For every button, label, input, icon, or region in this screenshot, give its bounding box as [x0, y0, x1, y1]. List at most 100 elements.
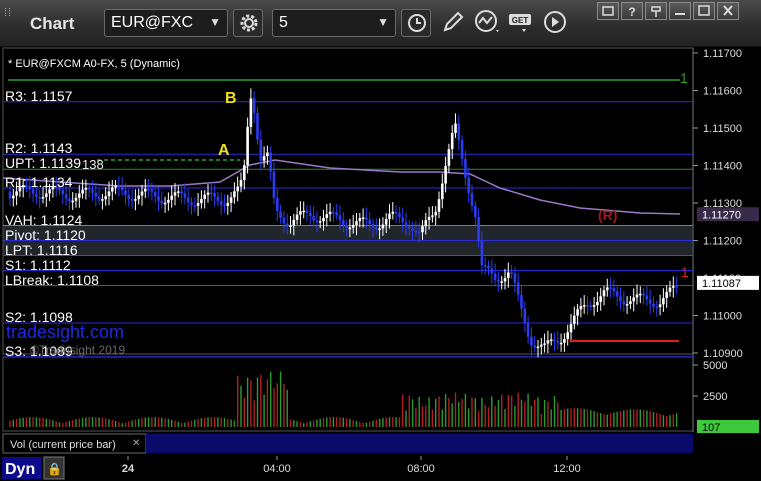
candle-body [239, 180, 243, 187]
chart-window: ⁞⁞ Chart EUR@FXC ▼ 5 ▼ GET ? 1.11700 1.1… [0, 0, 761, 481]
candle-body [672, 286, 675, 288]
candle-body [388, 213, 391, 220]
volume-tick-label: 5000 [703, 360, 727, 372]
candle-body [368, 219, 371, 225]
candle-body [408, 226, 411, 229]
candle-body [401, 217, 404, 223]
candle-body [639, 293, 642, 296]
candle-body [190, 202, 193, 206]
candle-body [54, 186, 58, 189]
candle-body [487, 265, 490, 269]
candle-body [437, 199, 441, 212]
candle-body [279, 211, 282, 218]
candle-body [338, 215, 342, 221]
candle-body [612, 287, 616, 292]
candle-body [150, 188, 154, 192]
candle-body [97, 196, 101, 200]
volume-tick-label: 2500 [703, 391, 727, 403]
candle-body [559, 342, 563, 345]
candle-body [635, 294, 639, 298]
candle-body [299, 211, 302, 215]
candle-body [523, 308, 527, 323]
candle-body [78, 193, 81, 198]
candle-body [249, 98, 253, 127]
candle-body [315, 220, 319, 223]
candle-body [64, 194, 68, 199]
candle-body [276, 197, 279, 212]
candle-body [295, 214, 299, 220]
candle-body [606, 287, 609, 291]
candle-body [596, 301, 599, 306]
candle-body [140, 191, 144, 196]
candle-body [599, 296, 602, 302]
candle-body [120, 186, 124, 191]
candle-body [470, 193, 474, 206]
candle-body [665, 291, 668, 299]
candle-body [566, 332, 569, 339]
candle-body [355, 221, 358, 225]
candle-body [259, 139, 263, 161]
close-pane-icon[interactable]: ✕ [132, 438, 140, 449]
candle-body [328, 211, 332, 215]
candle-body [477, 216, 480, 242]
candle-body [157, 196, 160, 201]
candle-body [21, 185, 25, 188]
candle-body [41, 197, 45, 199]
candle-body [186, 197, 190, 203]
candle-body [533, 345, 536, 348]
candle-body [454, 123, 457, 134]
candle-body [81, 189, 84, 194]
candle-body [615, 291, 619, 297]
candle-body [483, 265, 487, 267]
candle-body [305, 210, 309, 213]
time-tick-label: 04:00 [263, 463, 291, 475]
candle-body [632, 297, 635, 302]
candle-body [302, 210, 305, 213]
candle-body [252, 98, 256, 113]
candle-body [272, 171, 276, 198]
time-tick-label: 24 [122, 463, 135, 475]
candle-body [411, 228, 414, 231]
candle-body [497, 279, 500, 282]
price-tick-label: 1.11400 [703, 161, 742, 173]
candle-body [213, 193, 216, 197]
candle-body [229, 197, 233, 203]
candle-body [569, 323, 573, 333]
candle-body [576, 309, 579, 316]
candle-body [183, 193, 187, 198]
candle-body [391, 211, 395, 214]
candle-body [18, 187, 22, 192]
candle-body [322, 217, 325, 222]
candle-body [137, 195, 140, 200]
candle-body [91, 189, 94, 193]
candle-body [394, 211, 398, 214]
candle-body [467, 177, 470, 194]
candle-body [431, 215, 434, 217]
candle-body [153, 191, 157, 197]
price-chart[interactable]: 1.117001.116001.115001.114001.113001.112… [0, 0, 761, 481]
candle-body [493, 273, 497, 280]
candle-body [12, 195, 15, 199]
candle-body [210, 192, 213, 195]
candle-body [28, 185, 32, 190]
candle-body [444, 165, 447, 184]
candle-body [84, 188, 88, 190]
price-tick-label: 1.11700 [703, 48, 742, 60]
candle-body [398, 213, 401, 218]
volume-axis: 5000 2500 107 [693, 360, 759, 434]
candle-body [417, 231, 421, 234]
candle-body [114, 185, 117, 188]
candle-body [424, 220, 428, 227]
candle-body [25, 185, 28, 187]
volume-pane[interactable] [2, 356, 694, 432]
candle-body [312, 216, 315, 221]
candle-body [342, 220, 345, 225]
candle-body [619, 296, 622, 302]
price-pane[interactable] [2, 47, 694, 355]
volume-tag-label: 107 [702, 422, 720, 434]
candle-body [160, 200, 164, 204]
candle-body [216, 196, 220, 202]
candle-body [177, 191, 180, 193]
candle-body [206, 192, 210, 195]
candle-body [31, 189, 35, 194]
